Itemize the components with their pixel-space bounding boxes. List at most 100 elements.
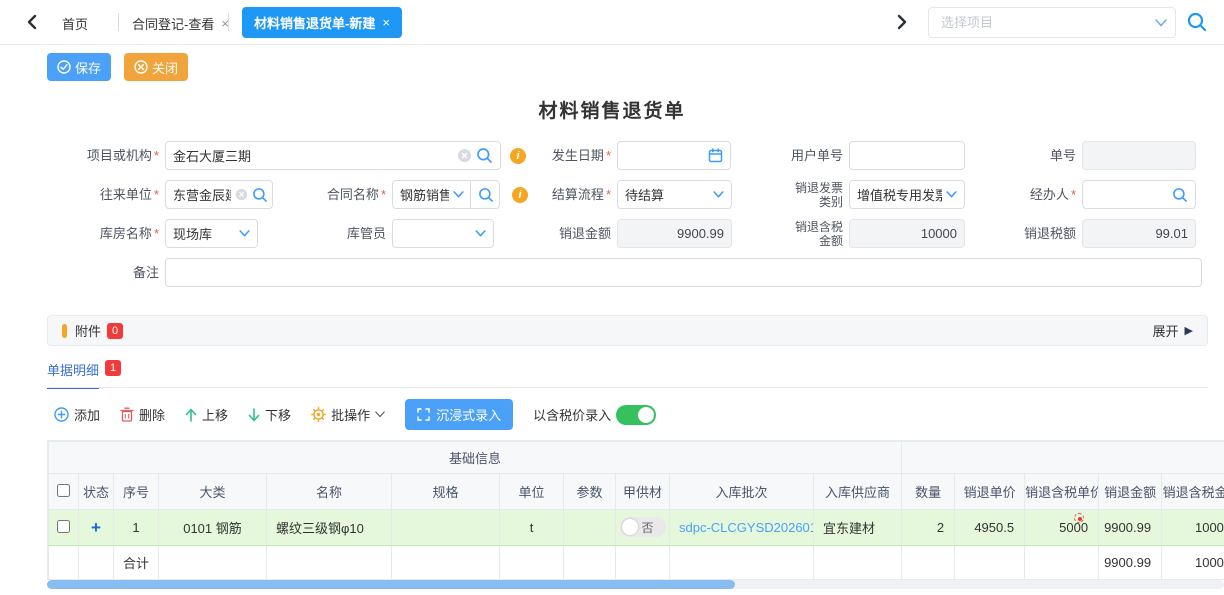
remark-text[interactable] bbox=[173, 265, 1194, 280]
keeper-select[interactable] bbox=[392, 219, 494, 248]
field-remark: 备注 bbox=[47, 258, 1202, 287]
project-input-text[interactable] bbox=[173, 148, 453, 163]
remark-label: 备注 bbox=[47, 266, 165, 280]
search-icon[interactable] bbox=[476, 147, 493, 164]
toggle-label: 否 bbox=[642, 519, 654, 536]
total-empty bbox=[670, 546, 814, 580]
row-owner-supplied-cell: 否 bbox=[616, 510, 670, 546]
doc-no-input-disabled bbox=[1082, 141, 1196, 170]
global-search-icon[interactable] bbox=[1186, 11, 1204, 29]
tabs-scroll-right-icon[interactable] bbox=[892, 13, 910, 31]
user-no-input[interactable] bbox=[849, 141, 965, 170]
row-unit-cell[interactable]: t bbox=[500, 510, 564, 546]
field-return-tax: 销退税额 99.01 bbox=[1010, 219, 1196, 248]
owner-supplied-toggle[interactable]: 否 bbox=[620, 517, 666, 537]
attachment-count-badge: 0 bbox=[107, 323, 123, 339]
tab-close-icon[interactable]: × bbox=[382, 15, 390, 30]
row-qty-cell[interactable]: 2 bbox=[902, 510, 955, 546]
col-param: 参数 bbox=[564, 474, 616, 510]
occur-date-input[interactable] bbox=[617, 141, 731, 170]
tab-contract-register[interactable]: 合同登记-查看 × bbox=[132, 12, 229, 34]
add-label: 添加 bbox=[74, 405, 100, 424]
contract-select[interactable]: 钢筋销售 bbox=[392, 180, 500, 209]
doc-no-label: 单号 bbox=[1010, 149, 1082, 163]
tab-detail[interactable]: 单据明细 1 bbox=[47, 360, 121, 389]
field-return-amount: 销退金额 9900.99 bbox=[540, 219, 732, 248]
chevron-down-icon bbox=[713, 191, 724, 198]
add-row-button[interactable]: 添加 bbox=[54, 405, 100, 424]
occur-date-text[interactable] bbox=[625, 148, 704, 163]
search-icon[interactable] bbox=[1172, 187, 1188, 203]
return-tax-value: 99.01 bbox=[1082, 219, 1196, 248]
inbound-batch-link[interactable]: sdpc-CLCGYSD202601 bbox=[679, 520, 814, 535]
col-unit: 单位 bbox=[500, 474, 564, 510]
row-spec-cell[interactable] bbox=[392, 510, 500, 546]
counterparty-input[interactable] bbox=[165, 180, 273, 209]
attachment-expand-button[interactable]: 展开 ▶ bbox=[1153, 321, 1193, 340]
project-select-input[interactable] bbox=[941, 15, 1155, 30]
handler-input[interactable] bbox=[1082, 180, 1196, 209]
contract-search-icon[interactable] bbox=[470, 181, 494, 208]
project-info-icon[interactable]: i bbox=[510, 148, 526, 164]
row-name-cell[interactable]: 螺纹三级钢φ10 bbox=[267, 510, 392, 546]
settlement-select[interactable]: 待结算 bbox=[617, 180, 732, 209]
user-no-text[interactable] bbox=[857, 148, 957, 163]
table-group-header-row: 基础信息 bbox=[49, 442, 1224, 474]
return-amount-label: 销退金额 bbox=[540, 227, 617, 241]
immersive-label: 沉浸式录入 bbox=[436, 405, 501, 424]
user-no-label: 用户单号 bbox=[772, 149, 849, 163]
contract-value: 钢筋销售 bbox=[400, 185, 449, 204]
handler-text[interactable] bbox=[1090, 187, 1168, 202]
remark-input[interactable] bbox=[165, 258, 1202, 287]
move-up-label: 上移 bbox=[202, 405, 228, 424]
search-icon[interactable] bbox=[252, 187, 268, 203]
row-supplier-cell: 宜东建材 bbox=[814, 510, 902, 546]
row-category-cell[interactable]: 0101 钢筋 bbox=[159, 510, 267, 546]
warehouse-select[interactable]: 现场库 bbox=[165, 219, 258, 248]
tab-material-return-active[interactable]: 材料销售退货单-新建 × bbox=[242, 7, 402, 38]
table-header-row: 状态 序号 大类 名称 规格 单位 参数 甲供材 入库批次 入库供应商 数量 销… bbox=[49, 474, 1224, 510]
occur-date-label: 发生日期* bbox=[540, 149, 617, 163]
contract-info-icon[interactable]: i bbox=[512, 187, 528, 203]
col-seq: 序号 bbox=[114, 474, 159, 510]
delete-row-button[interactable]: 删除 bbox=[120, 405, 165, 424]
clear-icon[interactable] bbox=[235, 188, 248, 201]
chevron-down-icon bbox=[375, 411, 385, 418]
chevron-down-icon bbox=[239, 230, 250, 237]
batch-ops-button[interactable]: 批操作 bbox=[311, 405, 385, 424]
tabs-scroll-left-icon[interactable] bbox=[24, 13, 42, 31]
counterparty-text[interactable] bbox=[173, 187, 231, 202]
counterparty-label: 往来单位* bbox=[47, 188, 165, 202]
total-empty bbox=[267, 546, 392, 580]
col-category: 大类 bbox=[159, 474, 267, 510]
move-down-button[interactable]: 下移 bbox=[248, 405, 291, 424]
calendar-icon[interactable] bbox=[708, 148, 723, 163]
row-price-cell[interactable]: 4950.5 bbox=[955, 510, 1025, 546]
select-all-checkbox[interactable] bbox=[57, 484, 70, 497]
row-price-incl-tax-cell[interactable]: 5000 bbox=[1025, 510, 1099, 546]
trash-icon bbox=[120, 407, 134, 422]
project-input[interactable] bbox=[165, 141, 501, 170]
move-up-button[interactable]: 上移 bbox=[185, 405, 228, 424]
immersive-entry-button[interactable]: 沉浸式录入 bbox=[405, 399, 513, 430]
clear-icon[interactable] bbox=[457, 148, 472, 163]
row-param-cell[interactable] bbox=[564, 510, 616, 546]
project-select[interactable] bbox=[928, 7, 1176, 38]
horizontal-scrollbar-thumb[interactable] bbox=[47, 580, 735, 589]
close-button[interactable]: 关闭 bbox=[124, 53, 188, 81]
col-name: 名称 bbox=[267, 474, 392, 510]
row-add-icon[interactable]: + bbox=[91, 518, 101, 537]
group-header-basic-info: 基础信息 bbox=[49, 442, 902, 474]
detail-toolbar: 添加 删除 上移 下移 批操作 沉浸式录入 以含税价录入 bbox=[54, 399, 656, 430]
tab-home[interactable]: 首页 bbox=[62, 12, 88, 34]
row-checkbox[interactable] bbox=[57, 520, 70, 533]
attachment-section[interactable]: 附件 0 展开 ▶ bbox=[47, 315, 1208, 346]
project-label: 项目或机构* bbox=[47, 149, 165, 163]
save-button[interactable]: 保存 bbox=[47, 53, 111, 81]
total-empty bbox=[616, 546, 670, 580]
horizontal-scrollbar-track[interactable] bbox=[47, 580, 1224, 589]
gear-icon bbox=[311, 407, 326, 422]
invoice-type-select[interactable]: 增值税专用发票 bbox=[849, 180, 965, 209]
tax-entry-toggle[interactable] bbox=[616, 405, 656, 425]
toggle-knob bbox=[622, 519, 638, 535]
